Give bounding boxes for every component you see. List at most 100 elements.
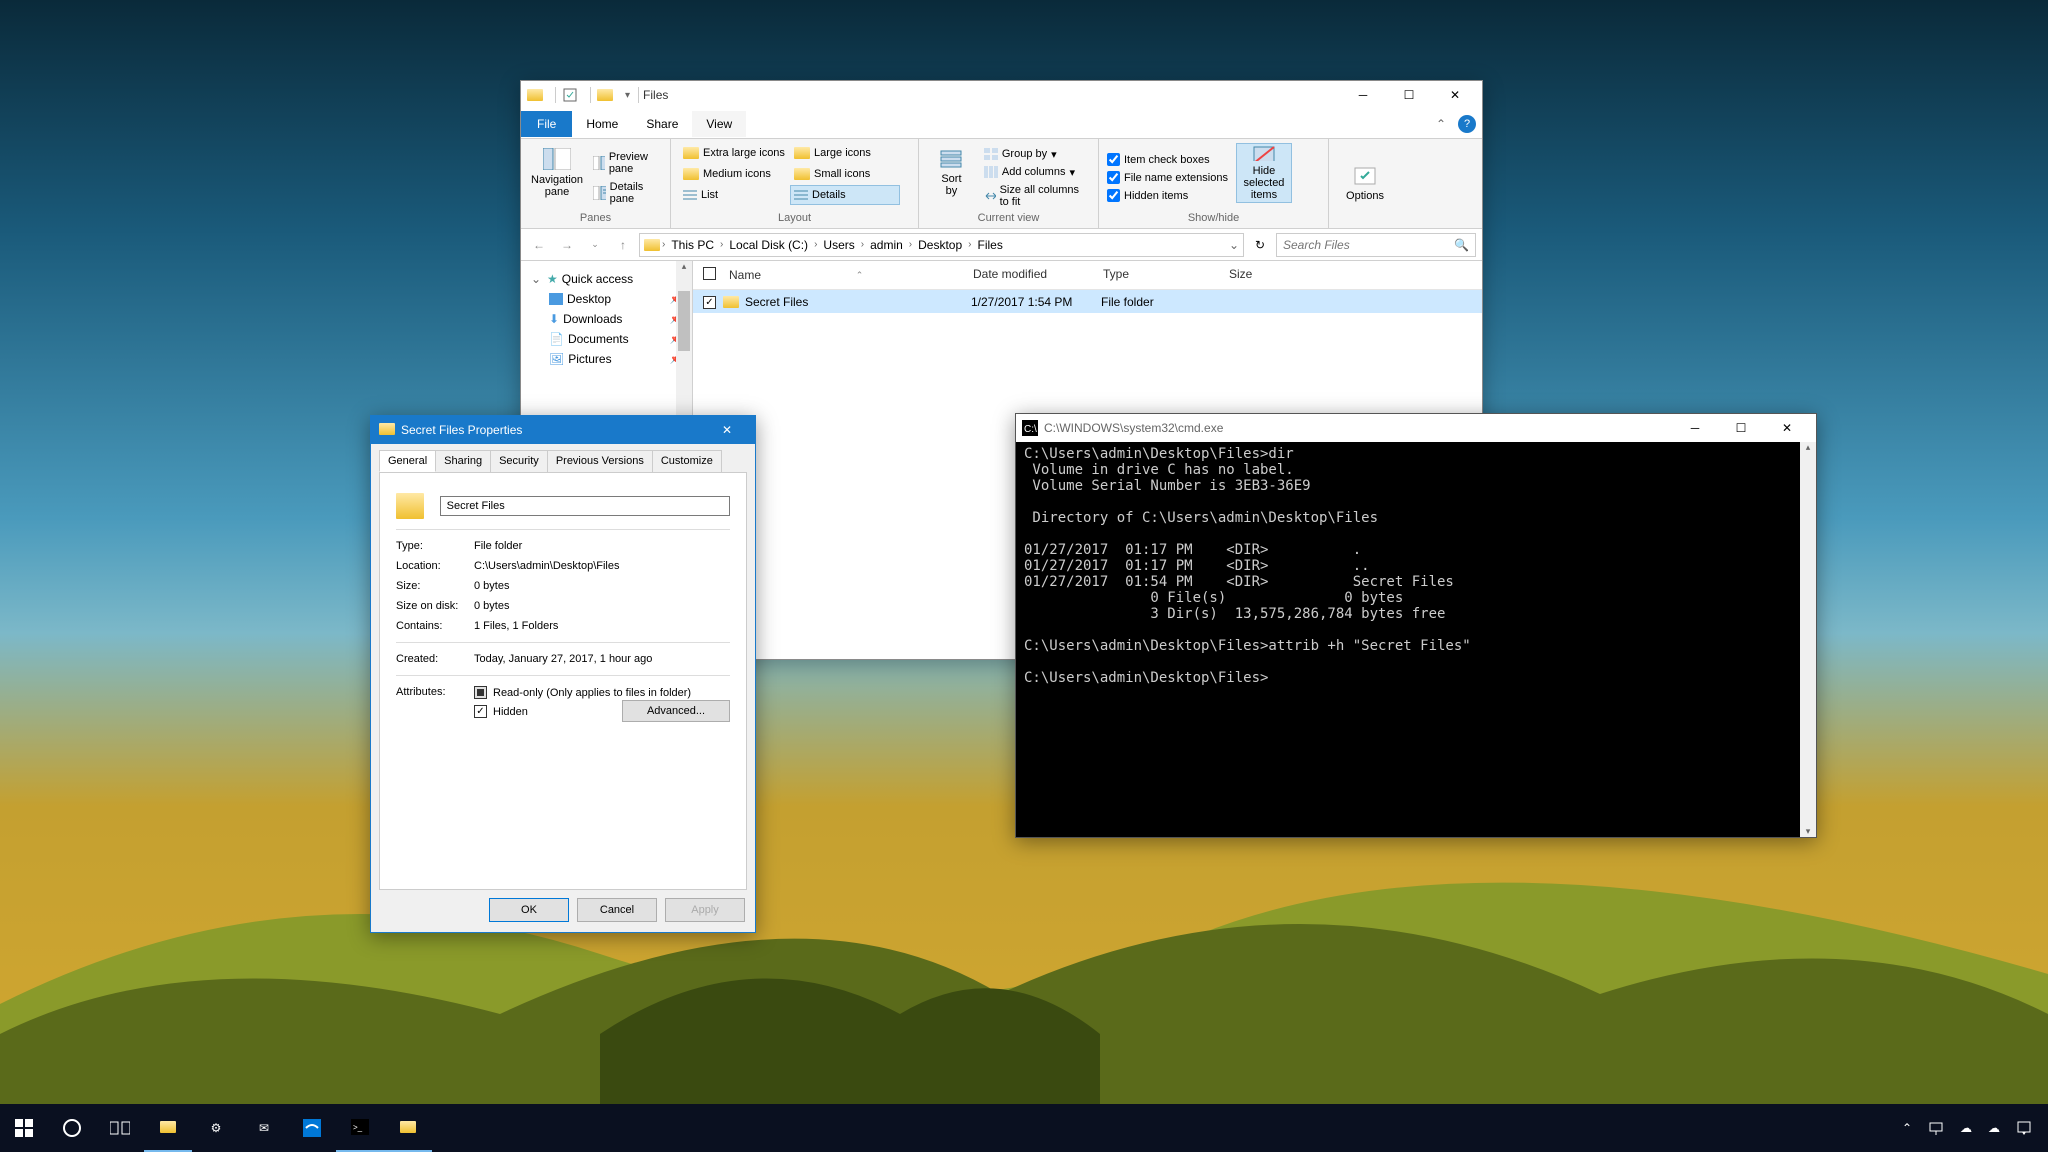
details-pane-button[interactable]: Details pane [589,179,662,207]
dialog-titlebar[interactable]: Secret Files Properties ✕ [371,416,755,444]
cancel-button[interactable]: Cancel [577,898,657,922]
tray-notifications-icon[interactable] [2008,1104,2040,1152]
sidebar-downloads[interactable]: ⬇Downloads📌 [525,309,688,329]
tab-customize[interactable]: Customize [652,450,722,472]
tab-security[interactable]: Security [490,450,548,472]
up-button[interactable]: ↑ [611,233,635,257]
search-field[interactable] [1283,238,1454,252]
taskbar: ⚙ ✉ >_ ⌃ ☁ ☁ [0,1104,2048,1152]
tray-onedrive-icon[interactable]: ☁ [1952,1104,1980,1152]
options-button[interactable]: Options [1337,143,1393,224]
column-name[interactable]: Name⌃ [719,261,963,289]
layout-details[interactable]: Details [790,185,900,205]
forward-button[interactable]: → [555,233,579,257]
column-date[interactable]: Date modified [963,261,1093,289]
preview-pane-button[interactable]: Preview pane [589,149,662,177]
cmd-close-button[interactable]: ✕ [1764,414,1810,442]
navigation-pane-button[interactable]: Navigation pane [529,143,585,203]
folder-name-input[interactable] [440,496,730,516]
apply-button[interactable]: Apply [665,898,745,922]
sidebar-documents[interactable]: 📄Documents📌 [525,329,688,349]
breadcrumb-segment[interactable]: admin [866,236,907,254]
column-size[interactable]: Size [1219,261,1305,289]
taskbar-cmd[interactable]: >_ [336,1104,384,1152]
cmd-scrollbar[interactable]: ▴ ▾ [1800,442,1816,837]
size-on-disk-value: 0 bytes [474,600,730,612]
folder-icon [595,85,615,105]
start-button[interactable] [0,1104,48,1152]
sort-by-button[interactable]: Sort by [927,143,976,203]
file-extensions-toggle[interactable]: File name extensions [1107,170,1228,185]
ribbon-collapse-icon[interactable]: ⌃ [1430,117,1452,131]
close-button[interactable]: ✕ [1432,81,1478,109]
breadcrumb[interactable]: › This PC› Local Disk (C:)› Users› admin… [639,233,1244,257]
layout-large[interactable]: Large icons [790,143,900,163]
dialog-close-button[interactable]: ✕ [707,416,747,444]
file-date: 1/27/2017 1:54 PM [971,295,1101,309]
add-columns-button[interactable]: Add columns ▾ [980,164,1090,181]
ribbon: Navigation pane Preview pane Details pan… [521,139,1482,229]
row-checkbox[interactable] [703,296,716,309]
cmd-output[interactable]: C:\Users\admin\Desktop\Files>dir Volume … [1016,442,1816,837]
size-columns-button[interactable]: Size all columns to fit [980,182,1090,210]
hide-selected-button[interactable]: Hide selected items [1236,143,1292,203]
tab-general[interactable]: General [379,450,436,472]
column-type[interactable]: Type [1093,261,1219,289]
help-icon[interactable]: ? [1458,115,1476,133]
tab-home[interactable]: Home [572,111,632,137]
sidebar-pictures[interactable]: 🖼Pictures📌 [525,349,688,369]
breadcrumb-segment[interactable]: Local Disk (C:) [725,236,812,254]
taskbar-settings[interactable]: ⚙ [192,1104,240,1152]
advanced-button[interactable]: Advanced... [622,700,730,722]
cmd-minimize-button[interactable]: ─ [1672,414,1718,442]
sidebar-desktop[interactable]: Desktop📌 [525,289,688,309]
properties-quick-icon[interactable] [560,85,580,105]
task-view-button[interactable] [96,1104,144,1152]
layout-extra-large[interactable]: Extra large icons [679,143,789,163]
minimize-button[interactable]: ─ [1340,81,1386,109]
search-input[interactable]: 🔍 [1276,233,1476,257]
tray-network-icon[interactable] [1920,1104,1952,1152]
qat-dropdown-icon[interactable]: ▾ [621,90,634,101]
refresh-button[interactable]: ↻ [1248,233,1272,257]
back-button[interactable]: ← [527,233,551,257]
tab-previous-versions[interactable]: Previous Versions [547,450,653,472]
contains-value: 1 Files, 1 Folders [474,620,730,632]
folder-icon [723,296,739,308]
tab-view[interactable]: View [692,111,746,137]
breadcrumb-segment[interactable]: Files [974,236,1007,254]
cortana-button[interactable] [48,1104,96,1152]
taskbar-explorer[interactable] [144,1104,192,1152]
breadcrumb-segment[interactable]: Users [819,236,858,254]
tab-share[interactable]: Share [632,111,692,137]
breadcrumb-segment[interactable]: This PC [667,236,718,254]
cmd-titlebar[interactable]: C:\ C:\WINDOWS\system32\cmd.exe ─ ☐ ✕ [1016,414,1816,442]
tray-volume-icon[interactable]: ☁ [1980,1104,2008,1152]
readonly-checkbox[interactable]: Read-only (Only applies to files in fold… [474,686,730,699]
hidden-items-toggle[interactable]: Hidden items [1107,188,1228,203]
ribbon-group-panes-label: Panes [529,212,662,224]
maximize-button[interactable]: ☐ [1386,81,1432,109]
layout-small[interactable]: Small icons [790,164,900,184]
breadcrumb-dropdown-icon[interactable]: ⌄ [1229,238,1239,252]
tray-chevron-icon[interactable]: ⌃ [1894,1104,1920,1152]
taskbar-explorer-2[interactable] [384,1104,432,1152]
taskbar-edge[interactable] [288,1104,336,1152]
tab-file[interactable]: File [521,111,572,137]
layout-medium[interactable]: Medium icons [679,164,789,184]
tab-sharing[interactable]: Sharing [435,450,491,472]
taskbar-mail[interactable]: ✉ [240,1104,288,1152]
ok-button[interactable]: OK [489,898,569,922]
breadcrumb-segment[interactable]: Desktop [914,236,966,254]
select-all-checkbox[interactable] [703,267,716,280]
item-checkboxes-toggle[interactable]: Item check boxes [1107,152,1228,167]
recent-dropdown-icon[interactable]: ⌄ [583,233,607,257]
folder-icon [644,239,660,251]
sidebar-quick-access[interactable]: ⌄★Quick access [525,269,688,289]
file-row[interactable]: Secret Files 1/27/2017 1:54 PM File fold… [693,290,1482,313]
explorer-titlebar[interactable]: ▾ Files ─ ☐ ✕ [521,81,1482,109]
cmd-maximize-button[interactable]: ☐ [1718,414,1764,442]
svg-text:>_: >_ [353,1123,363,1132]
group-by-button[interactable]: Group by ▾ [980,146,1090,163]
layout-list[interactable]: List [679,185,789,205]
